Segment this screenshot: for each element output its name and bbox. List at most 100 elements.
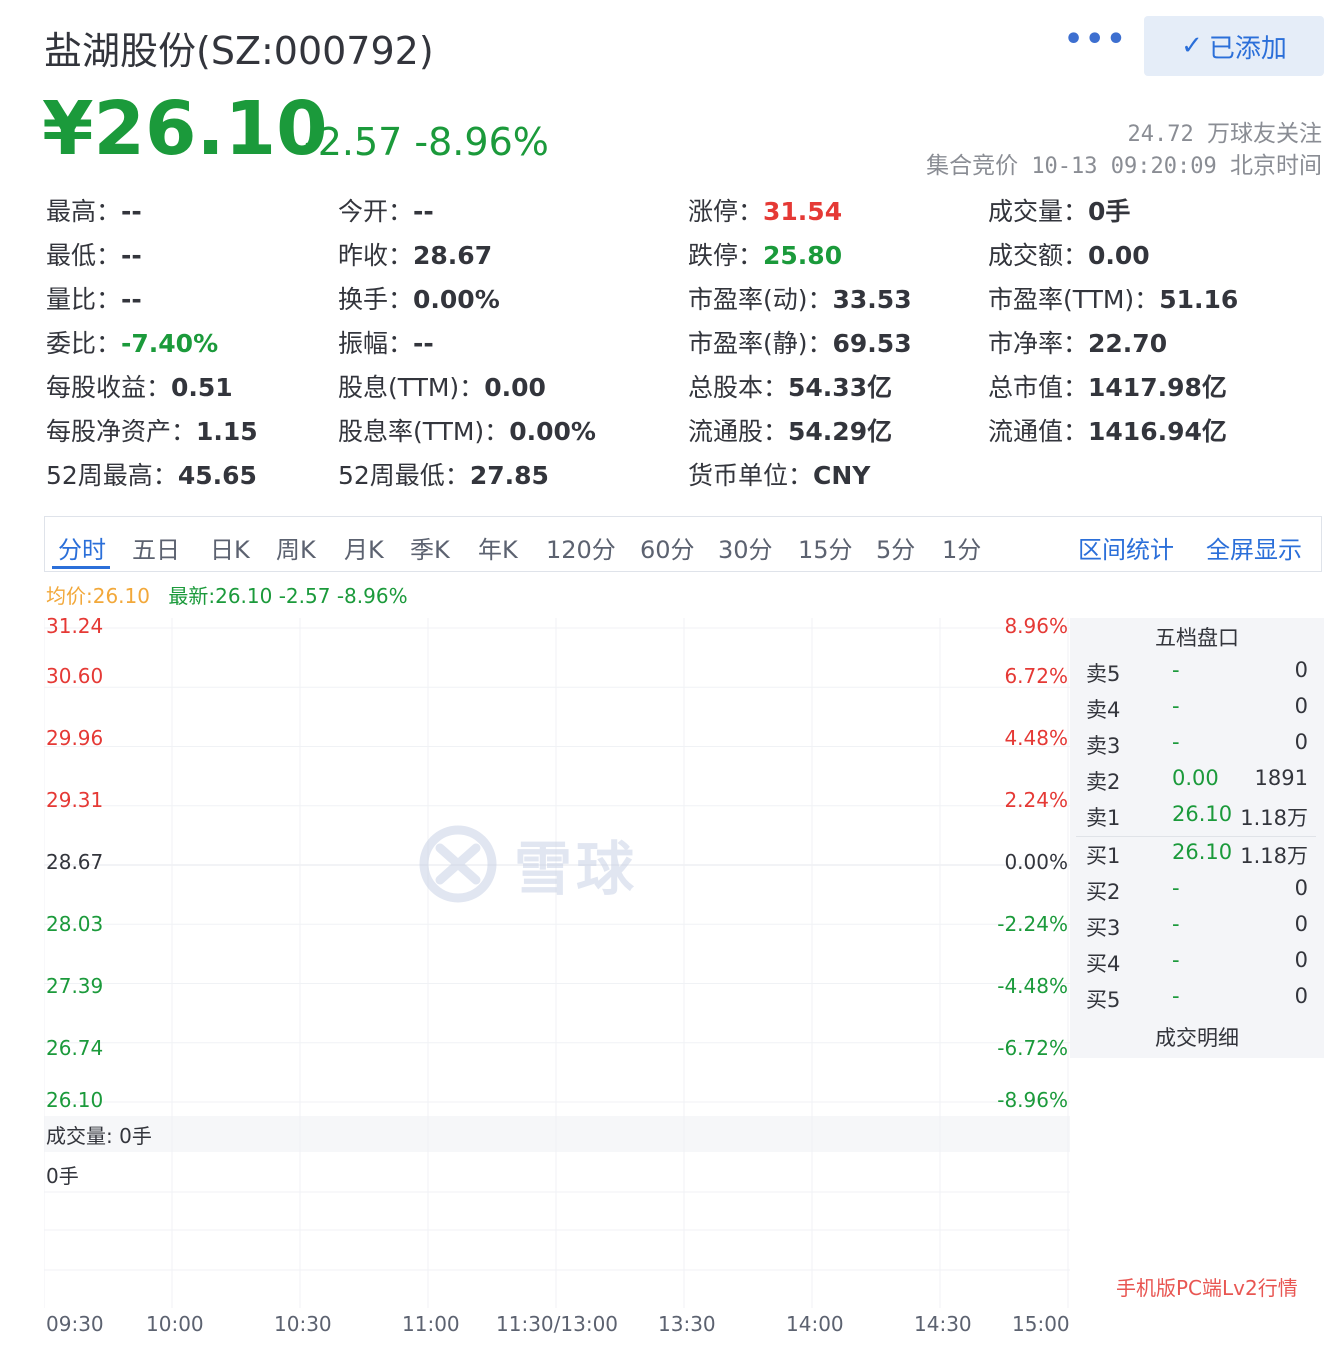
- change-value: -2.57: [304, 120, 403, 164]
- bid-row: 买5 - 0: [1070, 984, 1324, 1020]
- tab-9[interactable]: 30分: [718, 530, 773, 565]
- tab-5[interactable]: 季K: [410, 530, 450, 565]
- x-axis-time-label: 15:00: [1012, 1312, 1070, 1336]
- quote-value: 1416.94亿: [1088, 417, 1227, 446]
- quote-item: 每股净资产：1.15: [46, 412, 258, 448]
- y-axis-percent-label: 6.72%: [1004, 664, 1068, 688]
- promo-link[interactable]: 手机版PC端Lv2行情: [1116, 1272, 1298, 1301]
- quote-label: 市盈率(动)：: [688, 285, 833, 314]
- quote-item: 成交量：0手: [988, 192, 1130, 228]
- order-price: -: [1172, 694, 1180, 718]
- order-volume: 0: [1294, 730, 1308, 754]
- order-side: 卖3: [1086, 734, 1121, 758]
- bid-row: 买3 - 0: [1070, 912, 1324, 948]
- trade-detail-tab[interactable]: 成交明细: [1070, 1022, 1324, 1052]
- quote-label: 货币单位：: [688, 461, 814, 490]
- ask-row: 卖5 - 0: [1070, 658, 1324, 694]
- order-volume: 0: [1294, 694, 1308, 718]
- tab-10[interactable]: 15分: [798, 530, 853, 565]
- quote-label: 委比：: [46, 329, 122, 358]
- quote-item: 总市值：1417.98亿: [988, 368, 1227, 404]
- quote-label: 成交额：: [988, 241, 1089, 270]
- y-axis-percent-label: -4.48%: [997, 974, 1068, 998]
- quote-value: 0手: [1088, 197, 1131, 226]
- tab-7[interactable]: 120分: [546, 530, 616, 565]
- tab-4[interactable]: 月K: [344, 530, 384, 565]
- followers-count: 24.72 万球友关注: [1128, 114, 1322, 148]
- quote-item: 跌停：25.80: [688, 236, 842, 272]
- chart-legend: 均价:26.10 最新:26.10 -2.57 -8.96%: [46, 580, 408, 609]
- quote-item: 最低：--: [46, 236, 142, 272]
- quote-value: --: [413, 329, 434, 358]
- quote-label: 振幅：: [338, 329, 414, 358]
- tab-1[interactable]: 五日: [132, 530, 180, 565]
- x-axis-time-label: 10:00: [146, 1312, 204, 1336]
- quote-item: 股息(TTM)：0.00: [338, 368, 546, 404]
- quote-value: 25.80: [763, 241, 843, 270]
- more-icon[interactable]: •••: [1064, 22, 1128, 57]
- status-text: 集合竞价: [926, 153, 1019, 179]
- quote-item: 总股本：54.33亿: [688, 368, 892, 404]
- quote-value: 27.85: [469, 461, 549, 490]
- quote-item: 52周最低：27.85: [338, 456, 549, 492]
- order-volume: 1891: [1254, 766, 1308, 790]
- x-axis-time-label: 13:30: [658, 1312, 716, 1336]
- order-volume: 0: [1294, 948, 1308, 972]
- tab-8[interactable]: 60分: [640, 530, 695, 565]
- volume-label: 成交量: 0手: [46, 1124, 152, 1148]
- legend-avg: 均价:26.10: [46, 584, 150, 608]
- order-side: 卖5: [1086, 662, 1121, 686]
- quote-value: 0.51: [171, 373, 233, 402]
- order-volume: 0: [1294, 984, 1308, 1008]
- quote-value: 1.15: [196, 417, 258, 446]
- quote-label: 换手：: [338, 285, 414, 314]
- order-price: -: [1172, 876, 1180, 900]
- tab-12[interactable]: 1分: [942, 530, 981, 565]
- order-side: 买5: [1086, 988, 1121, 1012]
- quote-label: 成交量：: [988, 197, 1089, 226]
- quote-item: 每股收益：0.51: [46, 368, 233, 404]
- ask-row: 卖4 - 0: [1070, 694, 1324, 730]
- quote-item: 流通值：1416.94亿: [988, 412, 1227, 448]
- order-side: 卖1: [1086, 806, 1121, 830]
- quote-value: 22.70: [1088, 329, 1168, 358]
- tab-11[interactable]: 5分: [876, 530, 915, 565]
- intraday-chart[interactable]: [44, 618, 1070, 1308]
- order-side: 买2: [1086, 880, 1121, 904]
- order-price: -: [1172, 912, 1180, 936]
- order-side: 买4: [1086, 952, 1121, 976]
- quote-label: 最高：: [46, 197, 122, 226]
- quote-label: 昨收：: [338, 241, 414, 270]
- quote-label: 总市值：: [988, 373, 1089, 402]
- order-book-divider: [1076, 836, 1316, 837]
- quote-label: 总股本：: [688, 373, 789, 402]
- quote-item: 市盈率(动)：33.53: [688, 280, 912, 316]
- range-stats-link[interactable]: 区间统计: [1078, 530, 1174, 565]
- fullscreen-link[interactable]: 全屏显示: [1206, 530, 1302, 565]
- quote-item: 股息率(TTM)：0.00%: [338, 412, 596, 448]
- x-axis-time-label: 14:00: [786, 1312, 844, 1336]
- tab-3[interactable]: 周K: [276, 530, 316, 565]
- quote-item: 换手：0.00%: [338, 280, 500, 316]
- x-axis-time-label: 10:30: [274, 1312, 332, 1336]
- quote-value: 0.00: [484, 373, 546, 402]
- quote-value: -7.40%: [121, 329, 219, 358]
- quote-item: 市盈率(TTM)：51.16: [988, 280, 1238, 316]
- y-axis-percent-label: 0.00%: [1004, 850, 1068, 874]
- added-label: 已添加: [1208, 33, 1287, 64]
- y-axis-price-label: 31.24: [46, 614, 104, 638]
- quote-label: 市净率：: [988, 329, 1089, 358]
- added-button[interactable]: ✓ 已添加: [1144, 16, 1324, 76]
- order-price: 26.10: [1172, 840, 1233, 864]
- quote-value: 0.00%: [509, 417, 596, 446]
- order-volume: 0: [1294, 658, 1308, 682]
- quote-value: 31.54: [763, 197, 843, 226]
- tab-2[interactable]: 日K: [210, 530, 250, 565]
- quote-item: 成交额：0.00: [988, 236, 1150, 272]
- tab-6[interactable]: 年K: [478, 530, 518, 565]
- y-axis-price-label: 27.39: [46, 974, 104, 998]
- quote-value: 28.67: [413, 241, 493, 270]
- quote-value: 54.29亿: [788, 417, 893, 446]
- tab-0[interactable]: 分时: [58, 530, 106, 565]
- order-side: 卖4: [1086, 698, 1121, 722]
